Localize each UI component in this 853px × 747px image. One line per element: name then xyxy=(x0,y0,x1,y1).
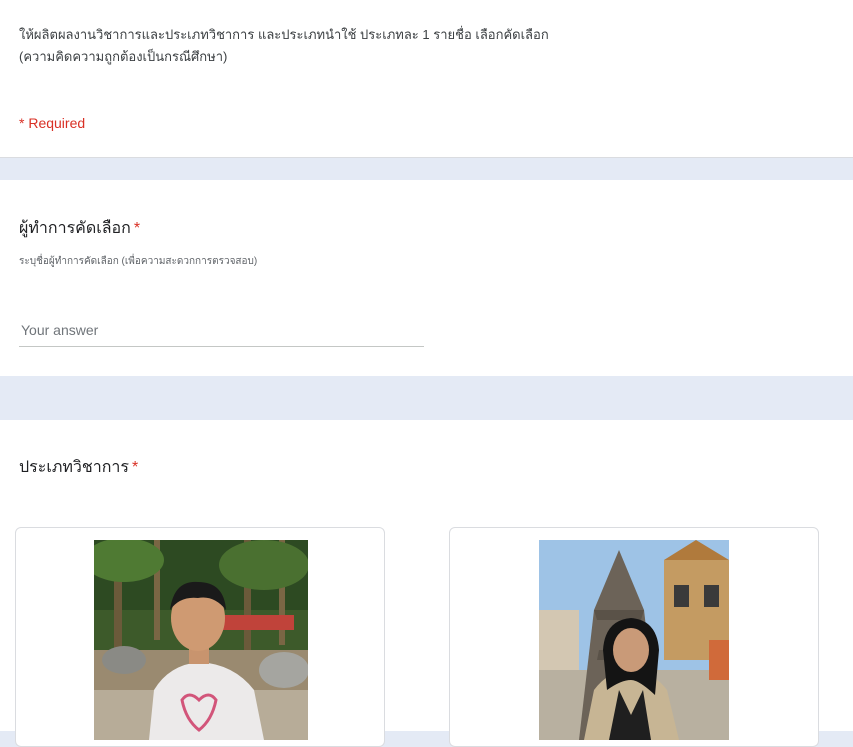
question-title-text: ผู้ทำการคัดเลือก xyxy=(19,220,131,237)
question-title-category: ประเภทวิชาการ * xyxy=(19,455,138,480)
form-description-line-1: ให้ผลิตผลงานวิชาการและประเภทวิชาการ และป… xyxy=(19,27,549,42)
form-description-line-2: (ความคิดความถูกต้องเป็นกรณีศึกษา) xyxy=(19,49,228,64)
choice-option-1[interactable] xyxy=(15,527,385,747)
question-description: ระบุชื่อผู้ทำการคัดเลือก (เพื่อความสะดวก… xyxy=(19,256,258,267)
photo-man-garden-icon xyxy=(94,540,308,740)
question-title-text: ประเภทวิชาการ xyxy=(19,459,129,476)
photo-woman-temple-icon xyxy=(539,540,729,740)
required-asterisk: * xyxy=(133,220,141,237)
choice-option-2[interactable] xyxy=(449,527,819,747)
required-asterisk: * xyxy=(132,459,139,476)
question-title-evaluator: ผู้ทำการคัดเลือก * xyxy=(19,216,140,241)
form-description: ให้ผลิตผลงานวิชาการและประเภทวิชาการ และป… xyxy=(19,24,719,68)
form-intro-card: ให้ผลิตผลงานวิชาการและประเภทวิชาการ และป… xyxy=(0,0,853,158)
required-note: * Required xyxy=(19,115,86,131)
evaluator-answer-input[interactable] xyxy=(19,313,424,347)
